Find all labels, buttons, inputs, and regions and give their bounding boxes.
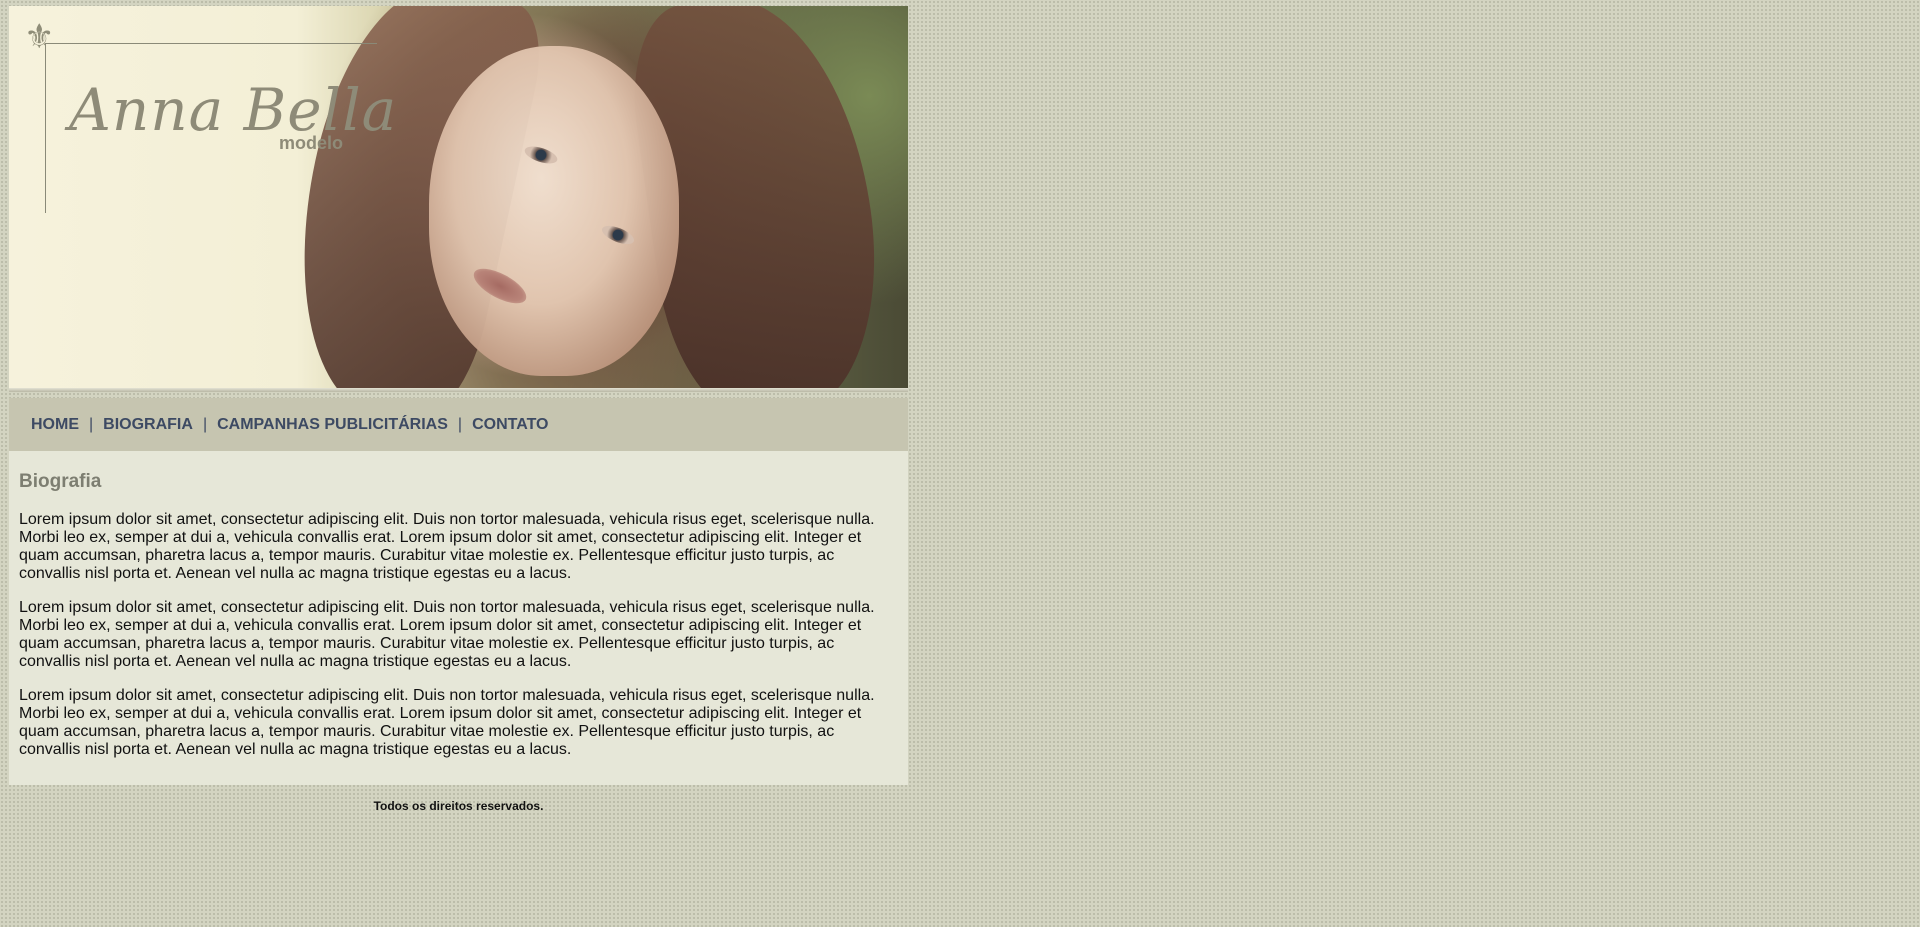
bio-paragraph: Lorem ipsum dolor sit amet, consectetur …: [19, 687, 875, 758]
logo-subtitle: modelo: [279, 133, 344, 153]
main-nav: HOME | BIOGRAFIA | CAMPANHAS PUBLICITÁRI…: [9, 398, 908, 451]
nav-separator: |: [457, 415, 463, 433]
nav-item-campanhas[interactable]: CAMPANHAS PUBLICITÁRIAS: [217, 416, 448, 434]
nav-separator: |: [89, 415, 94, 433]
bio-paragraph: Lorem ipsum dolor sit amet, consectetur …: [19, 599, 875, 670]
logo-name: Anna Bella: [69, 76, 398, 144]
nav-separator: |: [202, 415, 208, 433]
footer-copyright: Todos os direitos reservados.: [373, 799, 544, 813]
page-container: ⚜ Anna Bella modelo HOME | BIOGRAFIA | C…: [9, 6, 908, 813]
logo-frame-line: [45, 43, 377, 44]
banner-bottom-rule: [9, 388, 908, 392]
nav-item-contato[interactable]: CONTATO: [472, 416, 548, 434]
nav-item-home[interactable]: HOME: [31, 416, 79, 434]
logo-frame-line: [45, 43, 46, 213]
bio-paragraph: Lorem ipsum dolor sit amet, consectetur …: [19, 511, 875, 582]
page-title: Biografia: [19, 471, 102, 492]
fleur-de-lis-icon: ⚜: [24, 17, 55, 57]
nav-item-biografia[interactable]: BIOGRAFIA: [103, 416, 193, 434]
main-content: Biografia Lorem ipsum dolor sit amet, co…: [9, 451, 908, 785]
header-banner: ⚜ Anna Bella modelo: [9, 6, 908, 392]
banner-photo-face: [429, 46, 679, 376]
